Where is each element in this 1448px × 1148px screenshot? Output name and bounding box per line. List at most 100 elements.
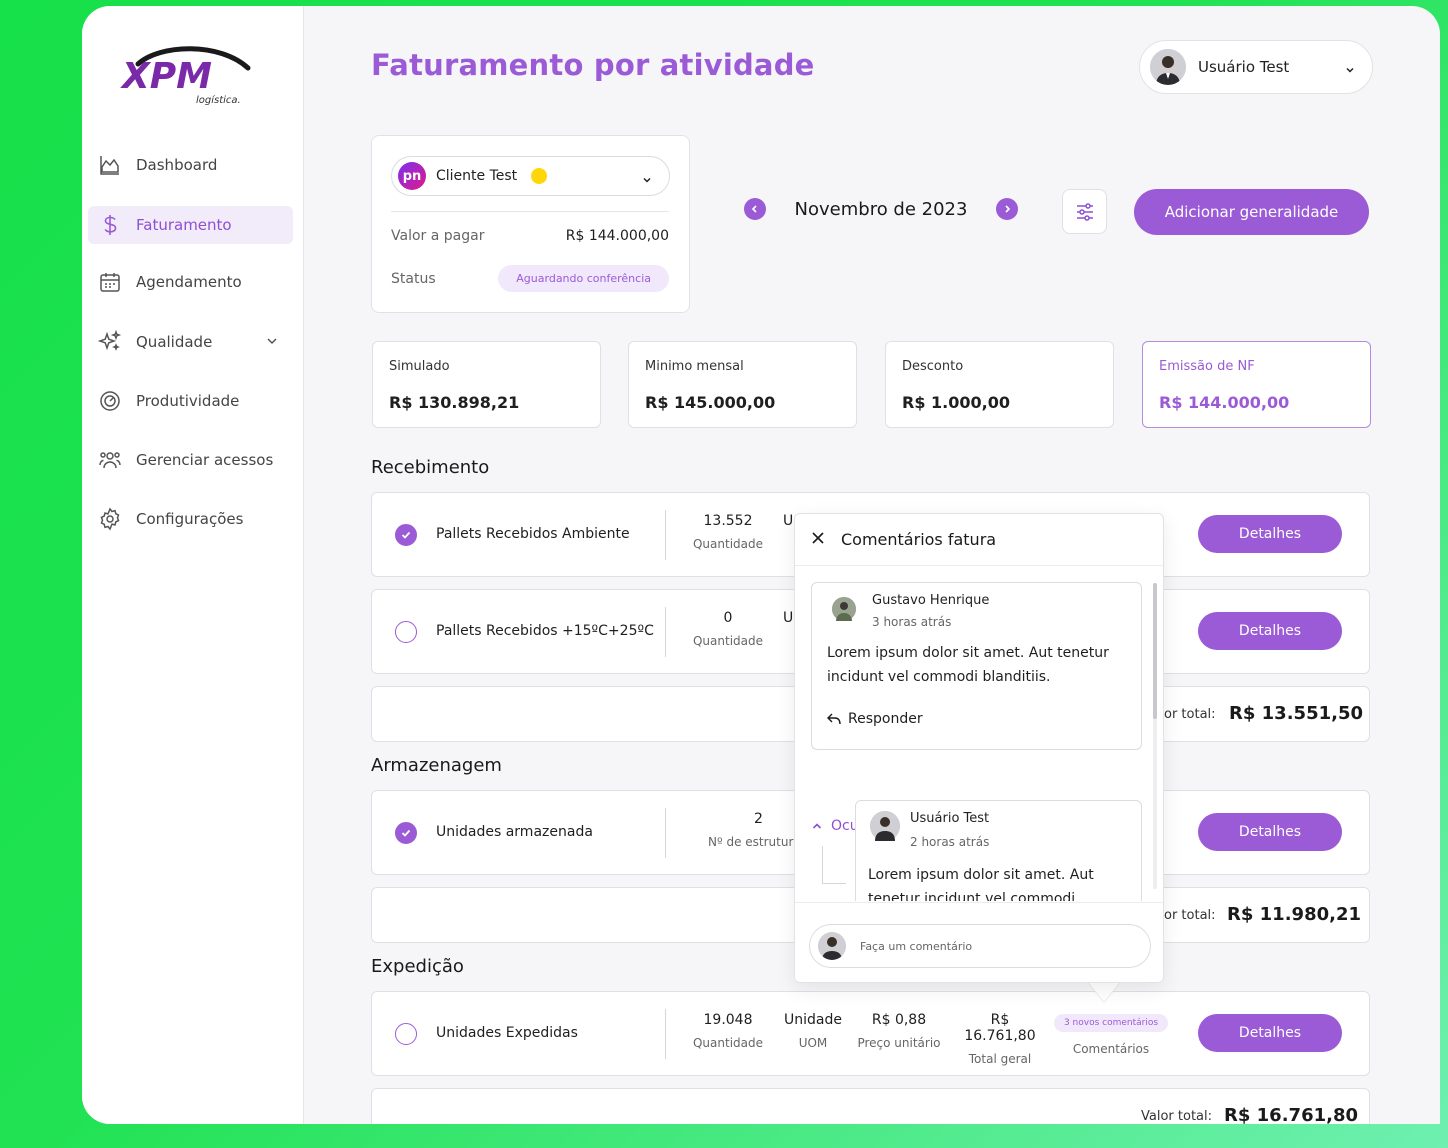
stat-card-emissao-nf[interactable]: Emissão de NF R$ 144.000,00 bbox=[1142, 341, 1371, 428]
amount-value: R$ 144.000,00 bbox=[565, 228, 669, 244]
sidebar-item-label: Faturamento bbox=[136, 216, 232, 234]
section-title-recebimento: Recebimento bbox=[371, 457, 490, 478]
popover-header: Comentários fatura bbox=[795, 514, 1163, 566]
total-value: R$ 13.551,50 bbox=[1229, 703, 1363, 724]
row-checkbox[interactable] bbox=[395, 621, 417, 643]
client-select[interactable]: pn Cliente Test bbox=[391, 156, 670, 196]
comments-list[interactable]: Gustavo Henrique 3 horas atrás Lorem ips… bbox=[795, 567, 1163, 901]
comment-input[interactable]: Faça um comentário bbox=[809, 924, 1151, 968]
comment-time: 2 horas atrás bbox=[910, 835, 990, 849]
divider bbox=[665, 808, 666, 858]
comments-badge[interactable]: 3 novos comentários bbox=[1053, 1014, 1169, 1032]
close-icon[interactable] bbox=[811, 530, 825, 549]
sidebar-item-faturamento[interactable]: Faturamento bbox=[88, 206, 293, 244]
sidebar-item-configuracoes[interactable]: Configurações bbox=[88, 500, 293, 538]
metric-total: R$ 16.761,80 Total geral bbox=[955, 1012, 1045, 1066]
stat-value: R$ 130.898,21 bbox=[389, 393, 520, 412]
thread-connector bbox=[822, 846, 846, 884]
metric-unit-price: R$ 0,88 Preço unitário bbox=[854, 1012, 944, 1050]
avatar bbox=[832, 597, 856, 621]
row-checkbox[interactable] bbox=[395, 524, 417, 546]
page-title: Faturamento por atividade bbox=[371, 48, 815, 82]
metric-comments[interactable]: 3 novos comentários Comentários bbox=[1053, 1014, 1169, 1056]
row-checkbox[interactable] bbox=[395, 1023, 417, 1045]
comments-popover: Comentários fatura Gustavo Henrique 3 ho… bbox=[794, 513, 1164, 983]
chart-area-icon bbox=[98, 153, 122, 177]
chevron-up-icon bbox=[812, 823, 822, 829]
add-generality-button[interactable]: Adicionar generalidade bbox=[1134, 189, 1369, 235]
popover-arrow bbox=[1088, 982, 1120, 1002]
details-button[interactable]: Detalhes bbox=[1198, 612, 1342, 650]
metric-quantity: 19.048 Quantidade bbox=[688, 1012, 768, 1050]
divider bbox=[665, 1009, 666, 1059]
reply-button[interactable]: Responder bbox=[826, 711, 923, 727]
stat-value: R$ 145.000,00 bbox=[645, 393, 776, 412]
calendar-icon bbox=[98, 270, 122, 294]
user-menu[interactable]: Usuário Test bbox=[1139, 40, 1373, 94]
stat-card-simulado: Simulado R$ 130.898,21 bbox=[372, 341, 601, 428]
stat-label: Emissão de NF bbox=[1159, 359, 1255, 374]
filter-button[interactable] bbox=[1062, 189, 1107, 234]
metric-structures: 2 Nº de estrutur bbox=[708, 811, 808, 849]
metric-label: Total geral bbox=[968, 1052, 1032, 1066]
stat-label: Minimo mensal bbox=[645, 359, 744, 374]
metric-value: Unidade bbox=[784, 1012, 842, 1028]
client-logo: pn bbox=[398, 162, 426, 190]
clock-icon bbox=[531, 168, 548, 184]
row-name: Pallets Recebidos Ambiente bbox=[436, 526, 630, 542]
avatar bbox=[818, 932, 846, 960]
sidebar-item-qualidade[interactable]: Qualidade bbox=[88, 323, 293, 361]
month-navigator: Novembro de 2023 bbox=[744, 198, 1018, 220]
section-title-armazenagem: Armazenagem bbox=[371, 755, 502, 776]
chevron-down-icon[interactable] bbox=[265, 334, 279, 352]
metric-value: 0 bbox=[723, 610, 733, 626]
metric-value: R$ 0,88 bbox=[871, 1012, 927, 1028]
sidebar-item-produtividade[interactable]: Produtividade bbox=[88, 382, 293, 420]
comment-composer: Faça um comentário bbox=[795, 902, 1163, 982]
row-name: Pallets Recebidos +15ºC+25ºC bbox=[436, 623, 654, 639]
logo-subtext: logística. bbox=[196, 94, 241, 106]
details-button[interactable]: Detalhes bbox=[1198, 515, 1342, 553]
scrollbar-thumb[interactable] bbox=[1153, 583, 1157, 719]
sidebar-item-gerenciar-acessos[interactable]: Gerenciar acessos bbox=[88, 441, 293, 479]
xpm-logo[interactable]: XPM logística. bbox=[120, 42, 252, 106]
row-checkbox[interactable] bbox=[395, 822, 417, 844]
amount-label: Valor a pagar bbox=[391, 228, 485, 244]
details-button[interactable]: Detalhes bbox=[1198, 813, 1342, 851]
stat-card-minimo-mensal: Minimo mensal R$ 145.000,00 bbox=[628, 341, 857, 428]
sidebar-item-dashboard[interactable]: Dashboard bbox=[88, 146, 293, 184]
metric-quantity: 13.552 Quantidade bbox=[688, 513, 768, 551]
metric-quantity: 0 Quantidade bbox=[688, 610, 768, 648]
popover-title: Comentários fatura bbox=[841, 530, 997, 549]
comment-item: Gustavo Henrique 3 horas atrás Lorem ips… bbox=[811, 582, 1142, 750]
prev-month-button[interactable] bbox=[744, 198, 766, 220]
metric-label: Quantidade bbox=[692, 537, 764, 551]
amount-row: Valor a pagar R$ 144.000,00 bbox=[391, 228, 669, 244]
total-label: or total: bbox=[1164, 707, 1216, 722]
sidebar-item-label: Dashboard bbox=[136, 156, 218, 174]
total-label: Valor total: bbox=[1141, 1109, 1212, 1124]
metric-value: 13.552 bbox=[703, 513, 753, 529]
divider bbox=[391, 211, 669, 212]
metric-label: Quantidade bbox=[692, 1036, 764, 1050]
details-button[interactable]: Detalhes bbox=[1198, 1014, 1342, 1052]
client-name: Cliente Test bbox=[436, 168, 518, 184]
sidebar-item-label: Agendamento bbox=[136, 273, 242, 291]
comment-author: Usuário Test bbox=[910, 811, 990, 826]
section-title-expedicao: Expedição bbox=[371, 956, 464, 977]
reply-item: Usuário Test 2 horas atrás Lorem ipsum d… bbox=[855, 800, 1142, 901]
sidebar-item-agendamento[interactable]: Agendamento bbox=[88, 263, 293, 301]
next-month-button[interactable] bbox=[996, 198, 1018, 220]
status-label: Status bbox=[391, 270, 436, 287]
status-badge: Aguardando conferência bbox=[498, 265, 669, 292]
avatar bbox=[1150, 49, 1186, 85]
metric-label: Nº de estrutur bbox=[708, 835, 794, 849]
sidebar-item-label: Qualidade bbox=[136, 333, 213, 351]
sidebar: XPM logística. Dashboard Faturamento Age… bbox=[82, 6, 304, 1124]
logo-text: XPM bbox=[120, 56, 212, 97]
reply-label: Responder bbox=[848, 711, 923, 727]
gear-icon bbox=[98, 507, 122, 531]
scrollbar[interactable] bbox=[1153, 583, 1157, 889]
app-window: XPM logística. Dashboard Faturamento Age… bbox=[82, 6, 1440, 1124]
metric-label: UOM bbox=[798, 1036, 828, 1050]
